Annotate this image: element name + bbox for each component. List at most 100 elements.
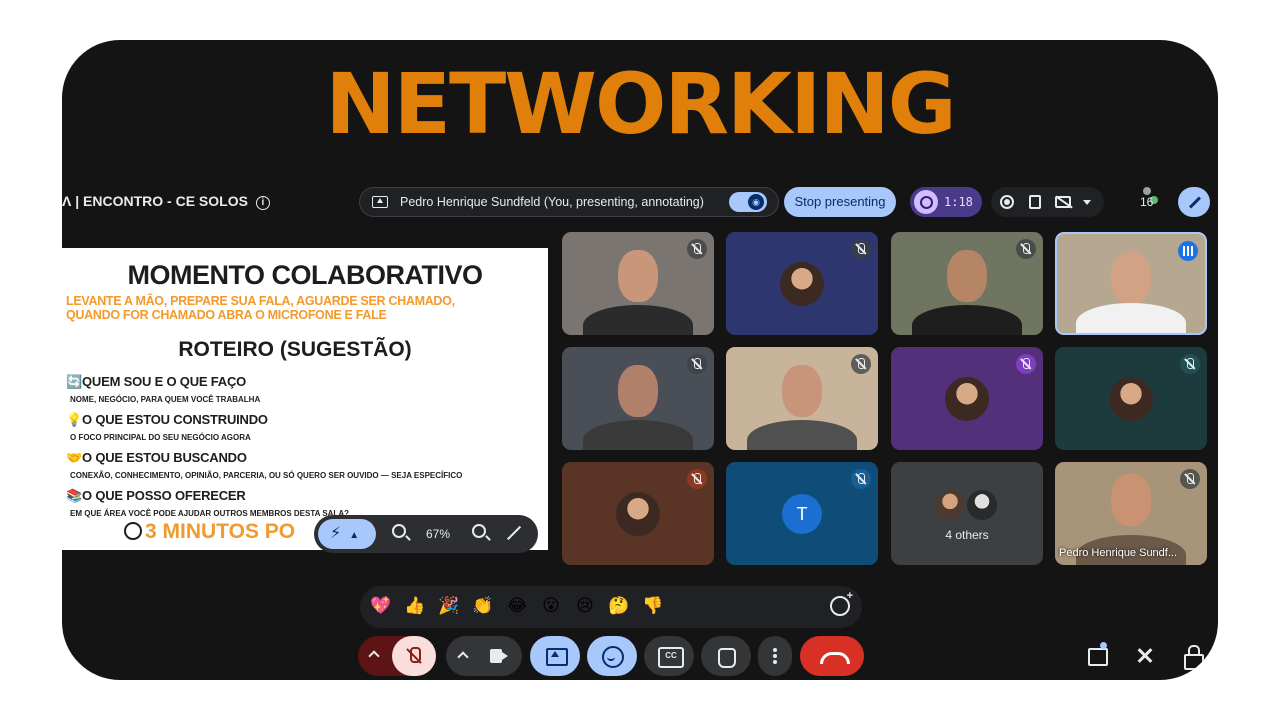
avatar bbox=[945, 376, 989, 421]
participant-tile[interactable]: T bbox=[726, 462, 878, 565]
chevron-down-icon[interactable] bbox=[1083, 200, 1091, 205]
more-reactions-icon[interactable] bbox=[830, 590, 853, 616]
camera-options-chevron-icon[interactable] bbox=[457, 651, 469, 663]
info-icon[interactable]: i bbox=[255, 196, 270, 210]
muted-mic-icon bbox=[1016, 354, 1036, 374]
reaction-surprised-icon[interactable]: 😮 bbox=[540, 595, 562, 617]
annotate-pen-button[interactable] bbox=[1178, 187, 1210, 217]
meeting-top-bar: Λ | ENCONTRO - CE SOLOS i Pedro Henrique … bbox=[62, 185, 1218, 221]
avatar bbox=[965, 488, 999, 522]
reaction-laugh-icon[interactable]: 😂 bbox=[506, 595, 528, 617]
reaction-sad-icon[interactable]: 😢 bbox=[574, 595, 596, 617]
timer-value: 1:18 bbox=[944, 195, 973, 209]
participant-face bbox=[618, 365, 658, 417]
zoom-level: 67% bbox=[426, 527, 451, 541]
raise-hand-button[interactable] bbox=[701, 636, 751, 676]
screenshot-frame: NETWORKING Λ | ENCONTRO - CE SOLOS i Pedr… bbox=[62, 40, 1218, 680]
participant-body bbox=[912, 305, 1022, 335]
participant-tile[interactable] bbox=[891, 347, 1043, 450]
lightbulb-icon: 💡 bbox=[66, 412, 82, 427]
participant-tile[interactable] bbox=[562, 232, 714, 335]
slide-footer: 3 MINUTOS PO bbox=[124, 520, 295, 544]
instructions-line-2: QUANDO FOR CHAMADO ABRA O MICROFONE E FA… bbox=[66, 308, 387, 322]
slide-footer-text: 3 MINUTOS PO bbox=[145, 520, 296, 543]
reaction-heart-icon[interactable]: 💖 bbox=[370, 595, 392, 617]
reaction-party-icon[interactable]: 🎉 bbox=[438, 595, 460, 617]
participant-tile[interactable] bbox=[562, 462, 714, 565]
handshake-icon: 🤝 bbox=[66, 450, 82, 465]
participant-tile[interactable] bbox=[1055, 347, 1207, 450]
mic-options-chevron-icon[interactable] bbox=[368, 650, 380, 662]
participant-tile-self[interactable]: Pedro Henrique Sundf... bbox=[1055, 462, 1207, 565]
participants-count: 16 bbox=[1140, 195, 1154, 209]
participants-button[interactable]: 16 bbox=[1116, 187, 1160, 217]
reaction-thumbs-down-icon[interactable]: 👎 bbox=[642, 595, 664, 617]
reaction-thinking-icon[interactable]: 🤔 bbox=[608, 595, 630, 617]
stop-presenting-button[interactable]: Stop presenting bbox=[784, 187, 896, 217]
books-icon: 📚 bbox=[66, 488, 82, 503]
slide-item-note: NOME, NEGÓCIO, PARA QUEM VOCÊ TRABALHA bbox=[70, 395, 261, 404]
camera-icon[interactable] bbox=[490, 649, 508, 663]
slide-item-heading: 🔄QUEM SOU E O QUE FAÇO bbox=[66, 374, 246, 390]
slide-item-text: O QUE ESTOU CONSTRUINDO bbox=[82, 412, 268, 427]
microphone-control bbox=[358, 636, 436, 676]
reactions-button[interactable] bbox=[587, 636, 637, 676]
more-options-button[interactable] bbox=[758, 636, 792, 676]
slide-title: MOMENTO COLABORATIVO bbox=[127, 260, 484, 290]
camera-off-icon[interactable] bbox=[1055, 196, 1071, 208]
captions-button[interactable] bbox=[644, 636, 694, 676]
slide-item-note: EM QUE ÁREA VOCÊ PODE AJUDAR OUTROS MEMB… bbox=[70, 509, 349, 518]
slide-item-note: O FOCO PRINCIPAL DO SEU NEGÓCIO AGORA bbox=[70, 433, 251, 442]
slide-item-heading: 🤝O QUE ESTOU BUSCANDO bbox=[66, 450, 247, 466]
participant-tile[interactable] bbox=[726, 232, 878, 335]
presenting-status: Pedro Henrique Sundfeld (You, presenting… bbox=[359, 187, 779, 217]
participant-face bbox=[1111, 252, 1151, 304]
reaction-clap-icon[interactable]: 👏 bbox=[472, 595, 494, 617]
fullscreen-icon[interactable] bbox=[506, 525, 522, 541]
participant-face bbox=[1111, 474, 1151, 526]
shared-slide: MOMENTO COLABORATIVO LEVANTE A MÃO, PREP… bbox=[62, 248, 548, 550]
slide-item-note: CONEXÃO, CONHECIMENTO, OPINIÃO, PARCERIA… bbox=[70, 471, 463, 480]
leave-call-button[interactable] bbox=[800, 636, 864, 676]
refresh-icon: 🔄 bbox=[66, 374, 82, 389]
participant-face bbox=[782, 365, 822, 417]
activities-icon[interactable] bbox=[1134, 645, 1156, 667]
participant-face bbox=[947, 250, 987, 302]
annotation-pen-button[interactable]: ⚡ ▲ bbox=[318, 519, 376, 549]
networking-banner: NETWORKING bbox=[325, 55, 956, 153]
slide-subtitle: ROTEIRO (SUGESTÃO) bbox=[178, 338, 412, 361]
reaction-thumbs-up-icon[interactable]: 👍 bbox=[404, 595, 426, 617]
mic-off-button[interactable] bbox=[392, 636, 436, 676]
zoom-out-icon[interactable] bbox=[392, 524, 406, 538]
slide-item-text: O QUE POSSO OFERECER bbox=[82, 488, 246, 503]
present-now-button[interactable] bbox=[530, 636, 580, 676]
participant-tile-active-speaker[interactable] bbox=[1055, 232, 1207, 335]
muted-mic-icon bbox=[687, 469, 707, 489]
others-label: 4 others bbox=[945, 528, 989, 542]
participant-tile[interactable] bbox=[726, 347, 878, 450]
speaking-indicator-icon bbox=[1178, 241, 1198, 261]
participant-tile[interactable] bbox=[891, 232, 1043, 335]
clock-icon bbox=[124, 522, 142, 540]
record-icon[interactable] bbox=[1000, 195, 1014, 209]
slide-item-text: QUEM SOU E O QUE FAÇO bbox=[82, 374, 247, 389]
avatar-letter: T bbox=[782, 493, 822, 534]
host-controls-lock-icon[interactable] bbox=[1182, 645, 1204, 670]
share-audio-toggle[interactable]: ◉ bbox=[729, 192, 767, 212]
avatar bbox=[780, 261, 824, 306]
chat-icon[interactable] bbox=[1086, 642, 1108, 667]
reactions-bar: 💖 👍 🎉 👏 😂 😮 😢 🤔 👎 bbox=[360, 586, 862, 628]
zoom-in-icon[interactable] bbox=[472, 524, 486, 538]
avatar bbox=[616, 491, 660, 536]
host-tools-group bbox=[991, 187, 1104, 217]
notes-icon[interactable] bbox=[1029, 195, 1041, 209]
chevron-up-icon: ▲ bbox=[349, 530, 360, 541]
others-tile[interactable]: 4 others bbox=[891, 462, 1043, 565]
participant-tile[interactable] bbox=[562, 347, 714, 450]
meeting-timer[interactable]: 1:18 bbox=[910, 187, 982, 217]
slide-item-heading: 💡O QUE ESTOU CONSTRUINDO bbox=[66, 412, 268, 428]
slide-item-heading: 📚O QUE POSSO OFERECER bbox=[66, 488, 246, 504]
present-screen-icon bbox=[372, 196, 388, 208]
slide-instructions: LEVANTE A MÃO, PREPARE SUA FALA, AGUARDE… bbox=[66, 294, 546, 322]
slide-item-text: O QUE ESTOU BUSCANDO bbox=[82, 450, 247, 465]
